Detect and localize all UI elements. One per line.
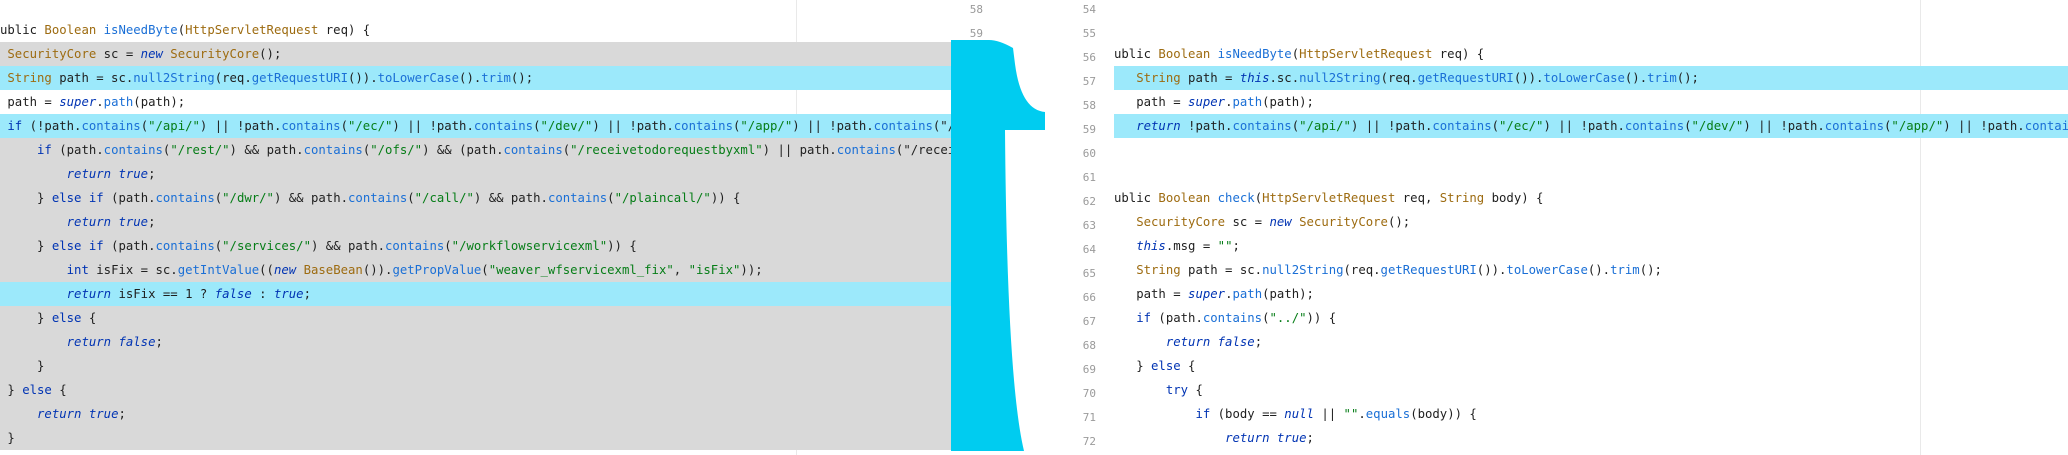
right-code-line[interactable]: String path = this.sc.null2String(req.ge… <box>1114 66 2068 90</box>
left-code-line[interactable]: return isFix == 1 ? false : true; <box>0 282 951 306</box>
right-code-line[interactable]: String path = sc.null2String(req.getRequ… <box>1114 258 2068 282</box>
right-editor-pane[interactable]: ublic Boolean isNeedByte(HttpServletRequ… <box>1114 0 2068 455</box>
left-code-text: path = super.path(path); <box>0 95 186 109</box>
left-code-text: if (!path.contains("/api/") || !path.con… <box>7 119 951 133</box>
right-line-number: 56 <box>1082 51 1096 64</box>
left-code-text: } else if (path.contains("/services/") &… <box>0 239 637 253</box>
right-line-number: 71 <box>1082 411 1096 424</box>
left-code-line[interactable]: int isFix = sc.getIntValue((new BaseBean… <box>0 258 951 282</box>
left-code-line[interactable]: ublic Boolean isNeedByte(HttpServletRequ… <box>0 18 951 42</box>
right-line-number: 54 <box>1082 3 1096 16</box>
left-code-text: SecurityCore sc = new SecurityCore(); <box>7 47 282 61</box>
right-line-number: 57 <box>1082 75 1096 88</box>
right-line-number: 72 <box>1082 435 1096 448</box>
left-code-line[interactable]: } else if (path.contains("/services/") &… <box>0 234 951 258</box>
left-code-text: } else { <box>0 311 97 325</box>
left-code-line[interactable]: if (path.contains("/rest/") && path.cont… <box>0 138 951 162</box>
left-editor-pane[interactable]: ublic Boolean isNeedByte(HttpServletRequ… <box>0 0 951 455</box>
right-code-line[interactable]: } else { <box>1114 354 2068 378</box>
left-code-text: return true; <box>37 407 126 421</box>
left-code-line[interactable]: return true; <box>0 402 951 426</box>
left-code-text: return false; <box>66 335 163 349</box>
right-code-line[interactable]: return false; <box>1114 330 2068 354</box>
right-code-text: SecurityCore sc = new SecurityCore(); <box>1136 215 1411 229</box>
right-code-line[interactable]: if (path.contains("../")) { <box>1114 306 2068 330</box>
right-code-text: this.msg = ""; <box>1136 239 1240 253</box>
right-line-number: 55 <box>1082 27 1096 40</box>
right-code-text: path = super.path(path); <box>1114 287 1314 301</box>
left-code-text: if (path.contains("/rest/") && path.cont… <box>37 143 951 157</box>
left-code-text: } else if (path.contains("/dwr/") && pat… <box>0 191 741 205</box>
left-code-line[interactable]: String path = sc.null2String(req.getRequ… <box>0 66 951 90</box>
connector-block-changed <box>951 0 1045 451</box>
right-line-number: 60 <box>1082 147 1096 160</box>
left-code-text: return isFix == 1 ? false : true; <box>66 287 311 301</box>
right-code-line[interactable] <box>1114 162 2068 186</box>
left-code-line[interactable]: } else { <box>0 378 951 402</box>
left-code-line[interactable]: } <box>0 426 951 450</box>
right-code-line[interactable]: ublic Boolean isNeedByte(HttpServletRequ… <box>1114 42 2068 66</box>
right-line-number: 63 <box>1082 219 1096 232</box>
right-code-text: return !path.contains("/api/") || !path.… <box>1136 119 2068 133</box>
right-line-number: 61 <box>1082 171 1096 184</box>
left-code-text: ublic Boolean isNeedByte(HttpServletRequ… <box>0 23 371 37</box>
left-code-text: } else { <box>0 383 67 397</box>
right-line-number: 64 <box>1082 243 1096 256</box>
left-code-text: } <box>0 359 45 373</box>
left-code-line[interactable]: return true; <box>0 162 951 186</box>
right-code-text: ublic Boolean isNeedByte(HttpServletRequ… <box>1114 47 1485 61</box>
left-code-line[interactable]: path = super.path(path); <box>0 90 951 114</box>
right-code-line[interactable]: if (body == null || "".equals(body)) { <box>1114 402 2068 426</box>
right-code-line[interactable] <box>1114 0 2068 18</box>
right-code-line[interactable]: path = super.path(path); <box>1114 282 2068 306</box>
right-code-text: } else { <box>1114 359 1196 373</box>
right-line-number: 68 <box>1082 339 1096 352</box>
left-code-line[interactable]: } else if (path.contains("/dwr/") && pat… <box>0 186 951 210</box>
right-code-line[interactable]: return !path.contains("/api/") || !path.… <box>1114 114 2068 138</box>
left-code-line[interactable]: SecurityCore sc = new SecurityCore(); <box>0 42 951 66</box>
left-code-line[interactable]: return true; <box>0 210 951 234</box>
right-line-number: 66 <box>1082 291 1096 304</box>
right-code-line[interactable]: try { <box>1114 378 2068 402</box>
right-code-line[interactable]: this.msg = ""; <box>1114 234 2068 258</box>
right-code-text: try { <box>1165 383 1203 397</box>
left-code-line[interactable] <box>0 0 951 18</box>
left-code-text: return true; <box>66 215 156 229</box>
right-code-text: if (body == null || "".equals(body)) { <box>1195 407 1477 421</box>
right-line-number-gutter: 54 55 56 57 58 59 60 61 62 63 64 65 66 67 68 69 70 71 72 <box>1064 0 1114 455</box>
right-code-text: if (path.contains("../")) { <box>1136 311 1337 325</box>
left-code-line[interactable]: } <box>0 354 951 378</box>
left-code-line[interactable]: } else { <box>0 306 951 330</box>
left-code-text: } <box>0 431 15 445</box>
right-line-number: 62 <box>1082 195 1096 208</box>
left-code-line[interactable]: return false; <box>0 330 951 354</box>
left-code-text: return true; <box>66 167 156 181</box>
right-code-text: ublic Boolean check(HttpServletRequest r… <box>1114 191 1544 205</box>
right-line-number: 70 <box>1082 387 1096 400</box>
right-line-number: 65 <box>1082 267 1096 280</box>
left-code-line[interactable]: if (!path.contains("/api/") || !path.con… <box>0 114 951 138</box>
right-line-number: 69 <box>1082 363 1096 376</box>
right-line-number: 58 <box>1082 99 1096 112</box>
right-line-number: 59 <box>1082 123 1096 136</box>
right-code-text: path = super.path(path); <box>1114 95 1314 109</box>
right-code-text: String path = this.sc.null2String(req.ge… <box>1136 71 1699 85</box>
right-line-number: 67 <box>1082 315 1096 328</box>
right-code-line[interactable] <box>1114 138 2068 162</box>
right-code-line[interactable]: return true; <box>1114 426 2068 450</box>
right-code-text: String path = sc.null2String(req.getRequ… <box>1136 263 1662 277</box>
right-code-line[interactable]: ublic Boolean check(HttpServletRequest r… <box>1114 186 2068 210</box>
left-code-text: String path = sc.null2String(req.getRequ… <box>7 71 534 85</box>
right-code-line[interactable] <box>1114 18 2068 42</box>
right-code-text: return true; <box>1225 431 1314 445</box>
right-code-line[interactable]: SecurityCore sc = new SecurityCore(); <box>1114 210 2068 234</box>
right-code-line[interactable]: path = super.path(path); <box>1114 90 2068 114</box>
left-code-text: int isFix = sc.getIntValue((new BaseBean… <box>66 263 763 277</box>
right-code-text: return false; <box>1165 335 1263 349</box>
